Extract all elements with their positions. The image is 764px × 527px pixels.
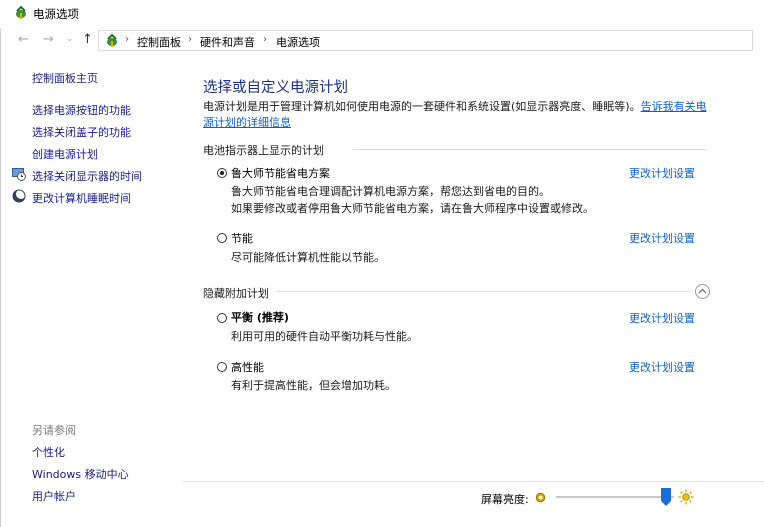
plan-radio-balanced[interactable] xyxy=(217,313,227,323)
collapse-section-button[interactable] xyxy=(695,284,710,299)
brightness-slider-thumb[interactable] xyxy=(660,488,671,506)
title-bar: 电源选项 xyxy=(0,0,764,28)
chevron-down-icon[interactable]: ⌄ xyxy=(66,34,74,44)
change-plan-settings-link[interactable]: 更改计划设置 xyxy=(629,230,695,246)
brightness-slider-track[interactable] xyxy=(556,496,674,498)
plan-name-balanced[interactable]: 平衡 (推荐) xyxy=(231,309,289,325)
see-also-user-accounts[interactable]: 用户帐户 xyxy=(32,488,76,504)
plan-name-power-saver[interactable]: 节能 xyxy=(231,230,253,246)
see-also-personalization[interactable]: 个性化 xyxy=(32,444,65,460)
window-title: 电源选项 xyxy=(33,7,79,21)
hidden-plans-section-title: 隐藏附加计划 xyxy=(203,287,269,300)
chevron-up-icon xyxy=(698,288,707,294)
brightness-label: 屏幕亮度: xyxy=(481,493,529,506)
plan-radio-ludashi[interactable] xyxy=(217,168,227,178)
section-divider xyxy=(353,149,707,150)
breadcrumb-power-options[interactable]: 电源选项 xyxy=(276,34,320,50)
breadcrumb-control-panel[interactable]: 控制面板 xyxy=(137,34,181,50)
breadcrumb-separator-icon[interactable]: › xyxy=(263,34,267,45)
page-title: 选择或自定义电源计划 xyxy=(203,80,348,96)
breadcrumb-separator-icon[interactable]: › xyxy=(188,34,192,45)
moon-icon xyxy=(12,189,26,203)
arrow-up-icon[interactable]: ↑ xyxy=(82,32,93,47)
section-divider xyxy=(276,291,690,292)
sun-dim-icon xyxy=(535,492,546,503)
breadcrumb-hardware-sound[interactable]: 硬件和声音 xyxy=(200,34,255,50)
intro-text: 电源计划是用于管理计算机如何使用电源的一套硬件和系统设置(如显示器亮度、睡眠等)… xyxy=(203,100,641,113)
plan-desc-balanced: 利用可用的硬件自动平衡功耗与性能。 xyxy=(231,330,418,343)
change-plan-settings-link[interactable]: 更改计划设置 xyxy=(629,165,695,181)
arrow-left-icon[interactable]: ← xyxy=(18,32,29,47)
sidebar-item-lid[interactable]: 选择关闭盖子的功能 xyxy=(32,124,131,140)
plan-desc-ludashi-2: 如果要修改或者停用鲁大师节能省电方案，请在鲁大师程序中设置或修改。 xyxy=(231,202,594,215)
plan-radio-power-saver[interactable] xyxy=(217,233,227,243)
sidebar-item-power-button[interactable]: 选择电源按钮的功能 xyxy=(32,102,131,118)
change-plan-settings-link[interactable]: 更改计划设置 xyxy=(629,310,695,326)
battery-plans-section-title: 电池指示器上显示的计划 xyxy=(203,144,324,157)
arrow-right-icon[interactable]: → xyxy=(43,32,54,47)
plan-desc-ludashi-1: 鲁大师节能省电合理调配计算机电源方案，帮您达到省电的目的。 xyxy=(231,185,550,198)
change-plan-settings-link[interactable]: 更改计划设置 xyxy=(629,359,695,375)
sidebar-item-create-plan[interactable]: 创建电源计划 xyxy=(32,146,98,162)
see-also-title: 另请参阅 xyxy=(32,424,76,437)
plan-name-ludashi[interactable]: 鲁大师节能省电方案 xyxy=(231,165,330,181)
intro-paragraph: 电源计划是用于管理计算机如何使用电源的一套硬件和系统设置(如显示器亮度、睡眠等)… xyxy=(203,99,713,131)
address-bar[interactable]: › 控制面板 › 硬件和声音 › 电源选项 xyxy=(98,30,753,51)
sidebar-item-display-off[interactable]: 选择关闭显示器的时间 xyxy=(32,168,142,184)
power-options-icon xyxy=(16,5,26,19)
plan-desc-high-performance: 有利于提高性能，但会增加功耗。 xyxy=(231,379,396,392)
navigation-bar: ← → ⌄ ↑ › 控制面板 › 硬件和声音 › 电源选项 xyxy=(0,30,764,52)
plan-name-high-performance[interactable]: 高性能 xyxy=(231,359,264,375)
breadcrumb-separator-icon[interactable]: › xyxy=(125,34,129,45)
plan-desc-power-saver: 尽可能降低计算机性能以节能。 xyxy=(231,251,385,264)
power-options-icon xyxy=(107,33,117,47)
sidebar-item-sleep[interactable]: 更改计算机睡眠时间 xyxy=(32,190,131,206)
bottom-divider xyxy=(183,481,764,482)
see-also-mobility-center[interactable]: Windows 移动中心 xyxy=(32,466,129,482)
sun-bright-icon xyxy=(678,489,694,505)
plan-radio-high-performance[interactable] xyxy=(217,362,227,372)
sidebar-home-link[interactable]: 控制面板主页 xyxy=(32,70,98,86)
monitor-clock-icon xyxy=(12,168,26,181)
